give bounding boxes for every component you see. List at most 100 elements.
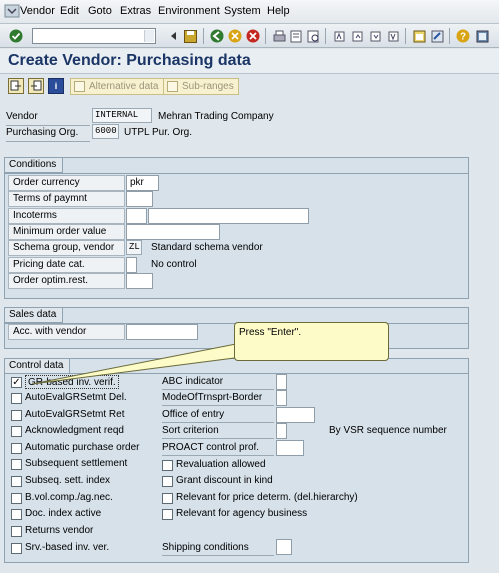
- automatic-po-checkbox[interactable]: [11, 443, 22, 454]
- bvol-comp-label: B.vol.comp./ag.nec.: [25, 492, 113, 503]
- left-arrow-icon[interactable]: [166, 28, 182, 44]
- order-currency-field[interactable]: pkr: [126, 175, 159, 191]
- incoterms-field-1[interactable]: [126, 208, 147, 224]
- returns-vendor-checkbox[interactable]: [11, 526, 22, 537]
- application-toolbar: i Alternative data Sub-ranges: [0, 75, 499, 97]
- command-field[interactable]: [32, 28, 156, 44]
- alternative-data-button[interactable]: Alternative data: [70, 78, 164, 95]
- office-of-entry-label: Office of entry: [162, 409, 225, 420]
- returns-vendor-label: Returns vendor: [25, 525, 94, 536]
- acknowledgment-reqd-checkbox[interactable]: [11, 426, 22, 437]
- incoterms-label: Incoterms: [8, 208, 125, 224]
- new-session-icon[interactable]: [411, 28, 427, 44]
- autoeval-grsetmt-ret-label: AutoEvalGRSetmt Ret: [25, 409, 125, 420]
- next-screen-icon[interactable]: [28, 78, 44, 94]
- subsequent-settlement-checkbox[interactable]: [11, 459, 22, 470]
- save-icon[interactable]: [182, 28, 198, 44]
- find-icon[interactable]: [288, 28, 304, 44]
- pricing-date-cat-desc: No control: [151, 259, 197, 270]
- autoeval-grsetmt-del-checkbox[interactable]: [11, 393, 22, 404]
- office-of-entry-field[interactable]: [276, 407, 315, 423]
- grant-discount-label: Grant discount in kind: [176, 475, 273, 486]
- menu-system[interactable]: System: [224, 5, 261, 17]
- vendor-label: Vendor: [6, 111, 38, 122]
- min-order-value-field[interactable]: [126, 224, 220, 240]
- bvol-comp-checkbox[interactable]: [11, 493, 22, 504]
- menu-vendor[interactable]: Vendor: [20, 5, 55, 17]
- autoeval-grsetmt-del-label: AutoEvalGRSetmt Del.: [25, 392, 127, 403]
- standard-toolbar: ?: [0, 24, 499, 48]
- menu-environment[interactable]: Environment: [158, 5, 220, 17]
- shortcut-icon[interactable]: [429, 28, 445, 44]
- revaluation-allowed-label: Revaluation allowed: [176, 459, 266, 470]
- schema-group-desc: Standard schema vendor: [151, 242, 263, 253]
- exit-icon[interactable]: [227, 28, 243, 44]
- menu-goto[interactable]: Goto: [88, 5, 112, 17]
- shipping-conditions-field[interactable]: [276, 539, 292, 555]
- info-icon[interactable]: i: [48, 78, 64, 94]
- menu-edit[interactable]: Edit: [60, 5, 79, 17]
- prev-page-icon[interactable]: [349, 28, 365, 44]
- previous-screen-icon[interactable]: [8, 78, 24, 94]
- pricing-date-cat-label: Pricing date cat.: [8, 257, 125, 273]
- gr-based-inv-verif-label: GR-based inv. verif.: [25, 375, 119, 389]
- alternative-data-icon: [74, 81, 85, 92]
- proact-control-field[interactable]: [276, 440, 304, 456]
- control-data-group: Control data ✓ GR-based inv. verif. Auto…: [4, 358, 469, 563]
- mode-of-transport-field[interactable]: [276, 390, 287, 406]
- order-currency-label: Order currency: [8, 175, 125, 191]
- sales-data-title: Sales data: [5, 308, 64, 323]
- print-icon[interactable]: [271, 28, 287, 44]
- page-title: Create Vendor: Purchasing data: [8, 52, 251, 69]
- abc-indicator-field[interactable]: [276, 374, 287, 390]
- proact-control-label: PROACT control prof.: [162, 442, 260, 453]
- subseq-sett-index-checkbox[interactable]: [11, 476, 22, 487]
- abc-indicator-label: ABC indicator: [162, 376, 224, 387]
- doc-index-active-checkbox[interactable]: [11, 509, 22, 520]
- conditions-title: Conditions: [5, 158, 64, 173]
- incoterms-field-2[interactable]: [148, 208, 309, 224]
- vendor-name: Mehran Trading Company: [158, 111, 274, 122]
- automatic-po-label: Automatic purchase order: [25, 442, 140, 453]
- command-dropdown-icon[interactable]: [144, 30, 154, 42]
- menu-bar: Vendor Edit Goto Extras Environment Syst…: [0, 0, 499, 24]
- alternative-data-label: Alternative data: [89, 81, 159, 92]
- acc-with-vendor-label: Acc. with vendor: [8, 324, 125, 340]
- sap-logo-icon: [4, 4, 20, 18]
- next-page-icon[interactable]: [367, 28, 383, 44]
- purchasing-org-name: UTPL Pur. Org.: [124, 127, 192, 138]
- porg-label-underline: [6, 141, 90, 142]
- srv-based-inv-ver-checkbox[interactable]: [11, 543, 22, 554]
- enter-check-icon[interactable]: [8, 28, 24, 44]
- control-data-title: Control data: [5, 359, 71, 374]
- first-page-icon[interactable]: [331, 28, 347, 44]
- terms-of-payment-field[interactable]: [126, 191, 153, 207]
- autoeval-grsetmt-ret-checkbox[interactable]: [11, 410, 22, 421]
- menu-help[interactable]: Help: [267, 5, 290, 17]
- acknowledgment-reqd-label: Acknowledgment reqd: [25, 425, 124, 436]
- last-page-icon[interactable]: [385, 28, 401, 44]
- help-icon[interactable]: ?: [455, 28, 471, 44]
- relevant-price-determ-label: Relevant for price determ. (del.hierarch…: [176, 492, 358, 503]
- relevant-agency-business-checkbox[interactable]: [162, 509, 173, 520]
- cancel-icon[interactable]: [245, 28, 261, 44]
- relevant-agency-business-label: Relevant for agency business: [176, 508, 308, 519]
- schema-group-value[interactable]: ZL: [126, 240, 142, 255]
- find-next-icon[interactable]: [305, 28, 321, 44]
- pricing-date-cat-field[interactable]: [126, 257, 137, 273]
- revaluation-allowed-checkbox[interactable]: [162, 460, 173, 471]
- relevant-price-determ-checkbox[interactable]: [162, 493, 173, 504]
- shipping-conditions-label: Shipping conditions: [162, 542, 249, 553]
- order-optim-rest-field[interactable]: [126, 273, 153, 289]
- sub-ranges-button[interactable]: Sub-ranges: [163, 78, 239, 95]
- subsequent-settlement-label: Subsequent settlement: [25, 458, 128, 469]
- sort-criterion-field[interactable]: [276, 423, 287, 439]
- customize-layout-icon[interactable]: [474, 28, 490, 44]
- menu-extras[interactable]: Extras: [120, 5, 151, 17]
- subseq-sett-index-label: Subseq. sett. index: [25, 475, 111, 486]
- grant-discount-checkbox[interactable]: [162, 476, 173, 487]
- gr-based-inv-verif-checkbox[interactable]: ✓: [11, 377, 22, 388]
- title-bar: Create Vendor: Purchasing data: [0, 49, 499, 74]
- acc-with-vendor-field[interactable]: [126, 324, 198, 340]
- back-icon[interactable]: [209, 28, 225, 44]
